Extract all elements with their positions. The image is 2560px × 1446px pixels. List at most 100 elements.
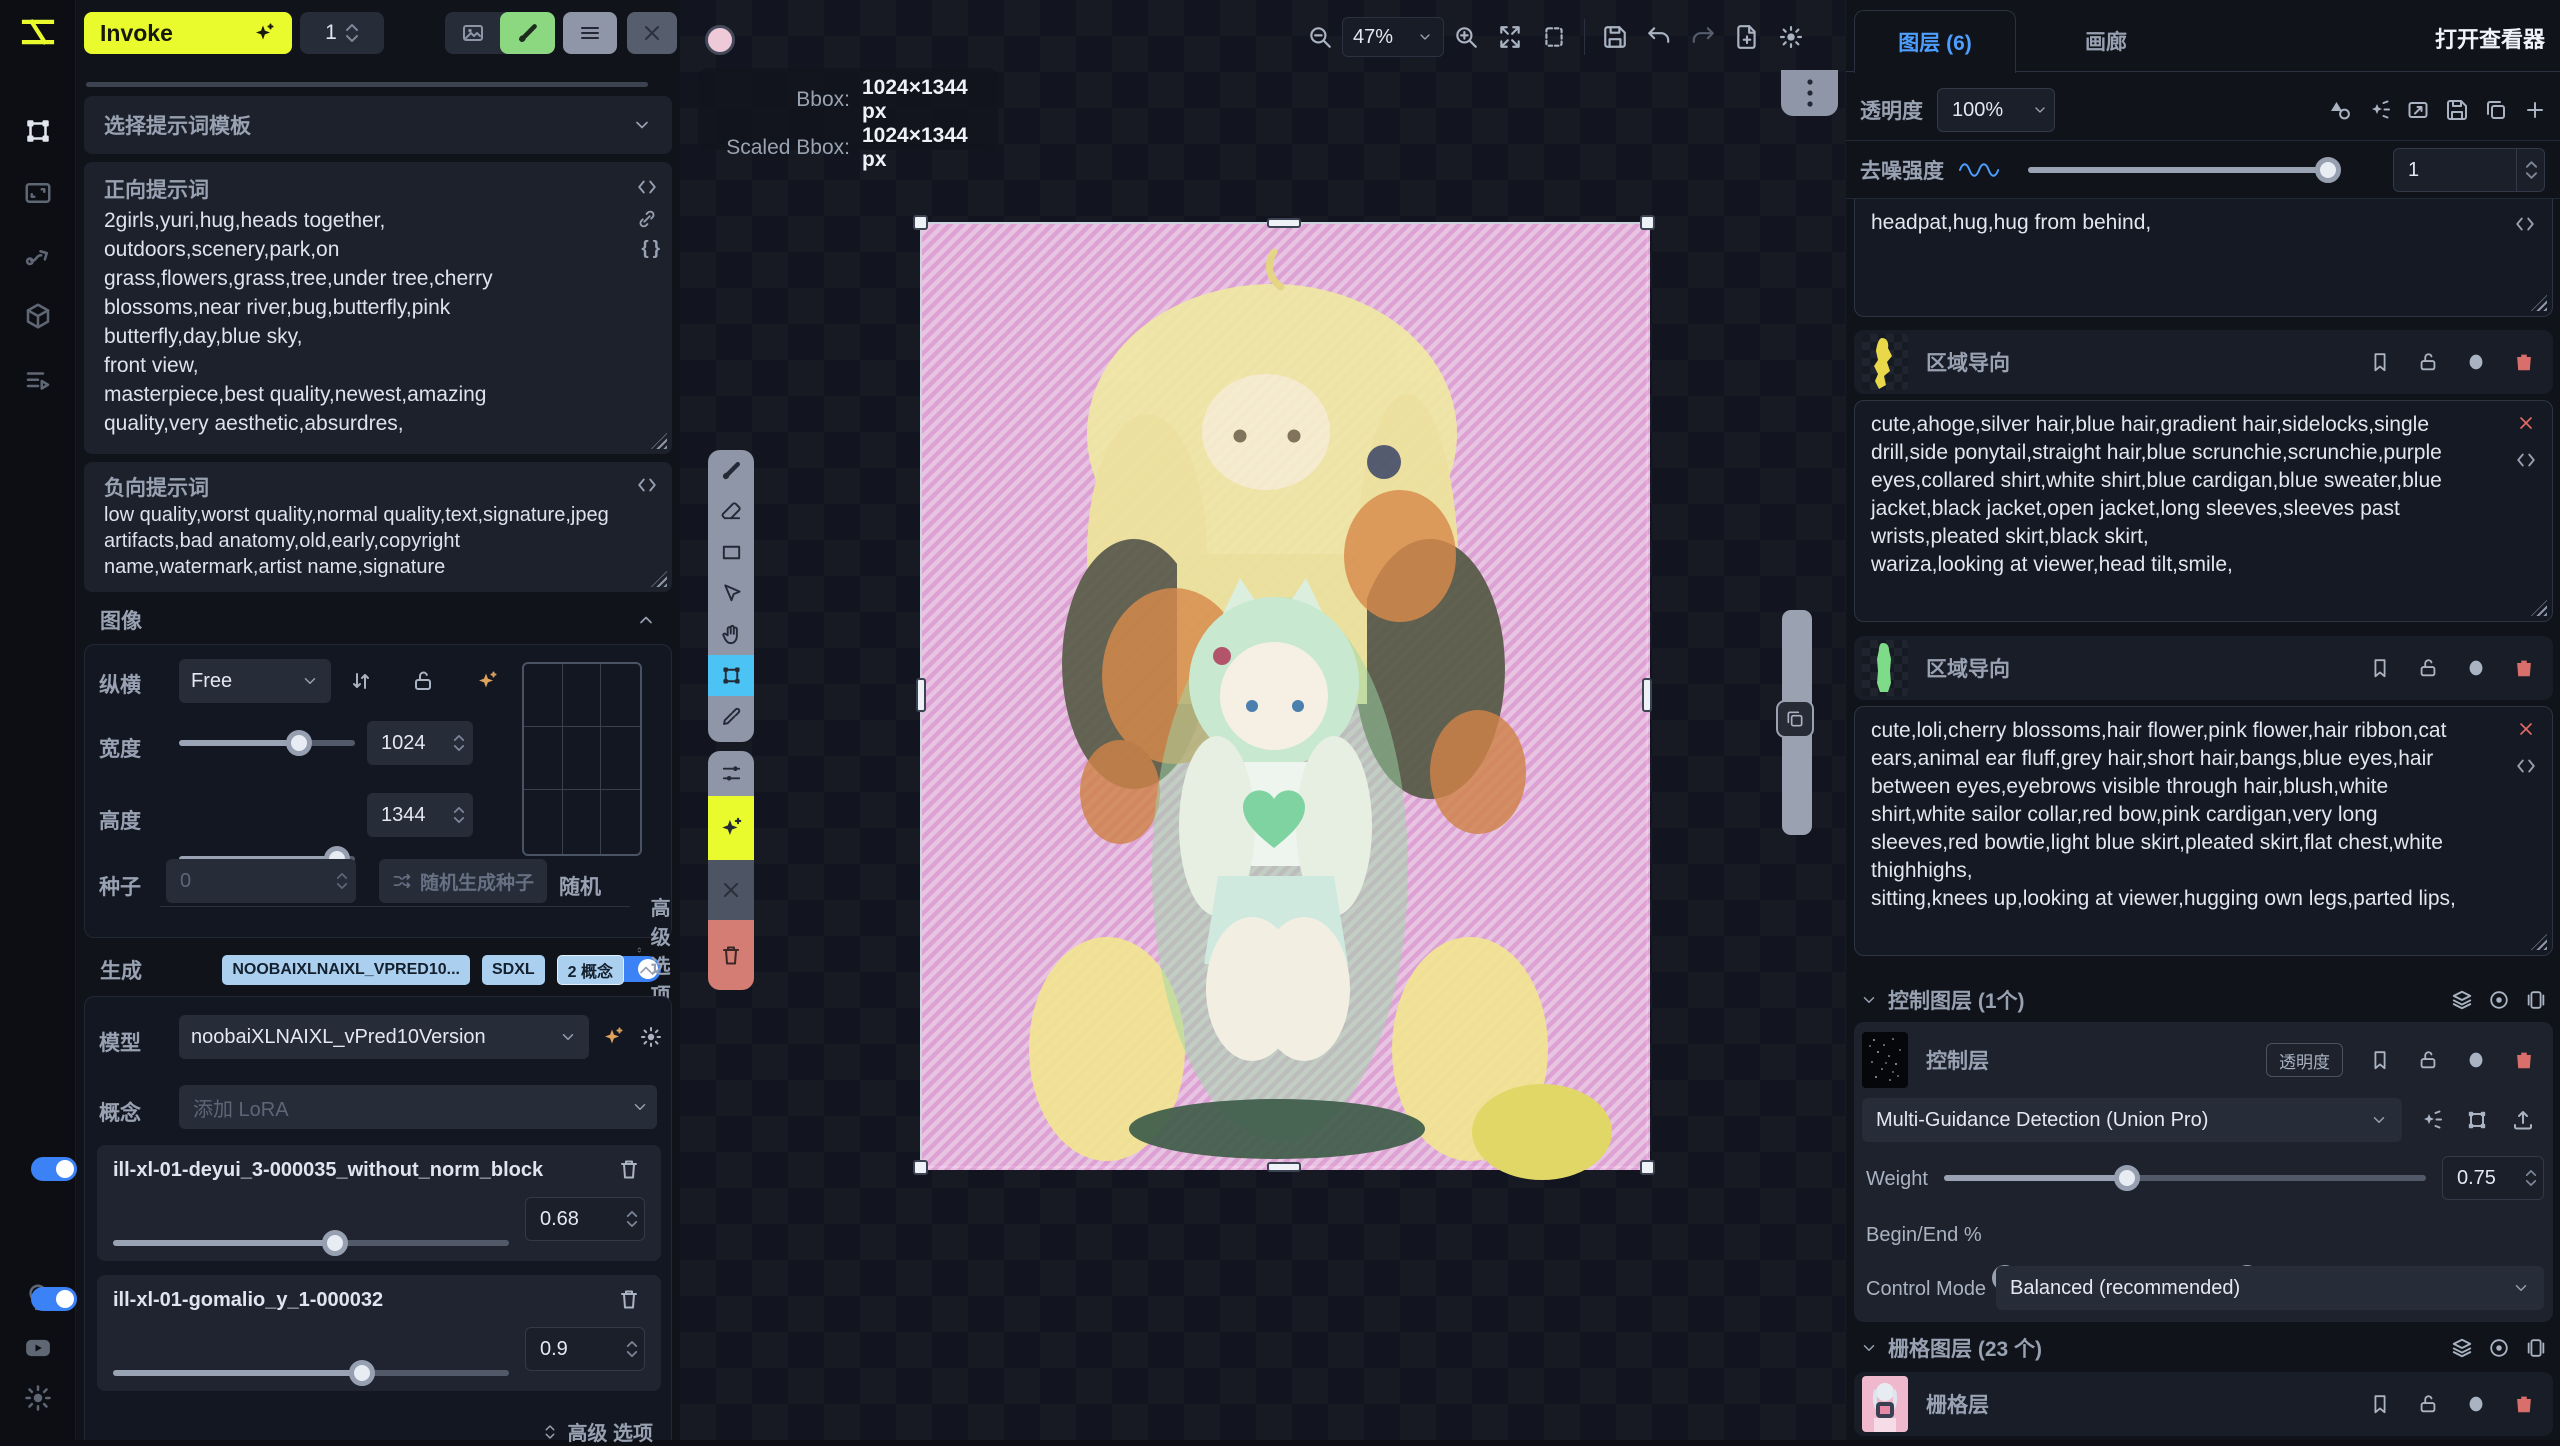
regional-prompt-box[interactable]: headpat,hug,hug from behind, xyxy=(1854,199,2553,317)
resize-handle-icon[interactable] xyxy=(651,433,667,449)
positive-prompt-box[interactable]: 正向提示词 2girls,yuri,hug,heads together, ou… xyxy=(84,162,672,454)
weight-input[interactable]: 0.75 xyxy=(2442,1156,2544,1200)
raster-layers-section-header[interactable]: 栅格图层 (23 个) xyxy=(1846,1332,2560,1364)
eraser-tool-button[interactable] xyxy=(708,491,754,532)
step-up-icon[interactable] xyxy=(453,806,465,814)
bbox-handle[interactable] xyxy=(1267,218,1301,228)
lock-open-icon[interactable] xyxy=(411,669,435,693)
denoise-knob[interactable] xyxy=(2315,157,2341,183)
trash-icon[interactable] xyxy=(617,1157,641,1181)
step-up-icon[interactable] xyxy=(2525,160,2538,169)
trash-icon[interactable] xyxy=(2513,1049,2535,1071)
resize-handle-icon[interactable] xyxy=(2531,295,2547,311)
bbox-handle[interactable] xyxy=(1640,215,1655,230)
lora-weight-slider[interactable] xyxy=(113,1351,509,1395)
save-icon[interactable] xyxy=(2445,98,2469,122)
bbox-transform-icon[interactable] xyxy=(2465,1108,2489,1132)
lora-weight-slider[interactable] xyxy=(113,1221,509,1265)
lora-add-input[interactable]: 添加 LoRA xyxy=(179,1085,657,1129)
resize-handle-icon[interactable] xyxy=(2531,934,2547,950)
new-canvas-icon[interactable] xyxy=(1734,24,1760,50)
layers-icon[interactable] xyxy=(2451,989,2473,1011)
invoke-button[interactable]: Invoke xyxy=(84,12,292,54)
device-frame-icon[interactable] xyxy=(2525,1337,2547,1359)
denoise-slider[interactable] xyxy=(2028,148,2328,192)
layer-header[interactable]: 栅格层 xyxy=(1854,1372,2553,1436)
lock-open-icon[interactable] xyxy=(2417,351,2439,373)
duplicate-icon[interactable] xyxy=(2484,98,2508,122)
height-input[interactable]: 1344 xyxy=(367,793,473,837)
chevron-down-icon[interactable] xyxy=(1860,991,1878,1009)
fill-color-icon[interactable] xyxy=(2465,657,2487,679)
auto-wand-icon[interactable] xyxy=(2419,1108,2443,1132)
fill-color-icon[interactable] xyxy=(2465,351,2487,373)
prompt-template-select[interactable]: 选择提示词模板 xyxy=(84,96,672,154)
select-tool-button[interactable] xyxy=(708,573,754,614)
bbox-handle[interactable] xyxy=(1640,1160,1655,1175)
redo-icon[interactable] xyxy=(1690,24,1716,50)
trash-icon[interactable] xyxy=(2513,351,2535,373)
close-button[interactable] xyxy=(627,12,677,54)
denoise-input[interactable]: 1 xyxy=(2393,148,2545,192)
step-up-icon[interactable] xyxy=(453,734,465,742)
fill-color-icon[interactable] xyxy=(2465,1393,2487,1415)
weight-knob[interactable] xyxy=(2114,1165,2140,1191)
step-up-icon[interactable] xyxy=(626,1340,638,1348)
negative-prompt-text[interactable]: low quality,worst quality,normal quality… xyxy=(104,502,622,580)
opacity-select[interactable]: 100% xyxy=(1937,88,2055,132)
layer-header[interactable]: 控制层 透明度 xyxy=(1854,1030,2553,1090)
queue-count-stepper[interactable]: 1 xyxy=(300,12,384,54)
code-icon[interactable] xyxy=(2514,213,2536,235)
fill-color-icon[interactable] xyxy=(2465,1049,2487,1071)
regional-prompt-text[interactable]: cute,loli,cherry blossoms,hair flower,pi… xyxy=(1871,717,2488,913)
rectangle-tool-button[interactable] xyxy=(708,532,754,573)
step-up-icon[interactable] xyxy=(345,23,359,32)
bbox-handle[interactable] xyxy=(1642,678,1652,712)
regional-prompt-box[interactable]: cute,loli,cherry blossoms,hair flower,pi… xyxy=(1854,706,2553,956)
random-seed-button[interactable]: 随机生成种子 xyxy=(379,859,547,903)
lora-toggle[interactable] xyxy=(31,1157,77,1181)
fit-bbox-icon[interactable] xyxy=(1541,24,1567,50)
lora-weight-knob[interactable] xyxy=(349,1360,375,1386)
width-slider[interactable] xyxy=(179,721,355,765)
trash-icon[interactable] xyxy=(2513,657,2535,679)
bookmark-icon[interactable] xyxy=(2369,657,2391,679)
step-up-icon[interactable] xyxy=(626,1210,638,1218)
step-up-icon[interactable] xyxy=(336,872,348,880)
width-slider-knob[interactable] xyxy=(286,730,312,756)
step-down-icon[interactable] xyxy=(345,34,359,43)
model-sparkle-icon[interactable] xyxy=(601,1025,625,1049)
step-down-icon[interactable] xyxy=(2525,171,2538,180)
filter-settings-button[interactable] xyxy=(708,751,754,796)
tab-layers[interactable]: 图层 (6) xyxy=(1854,10,2016,73)
canvas-menu-button[interactable] xyxy=(1781,70,1838,116)
control-layers-section-header[interactable]: 控制图层 (1个) xyxy=(1846,984,2560,1016)
step-down-icon[interactable] xyxy=(336,882,348,890)
image-mode-button[interactable] xyxy=(445,12,500,54)
braces-icon[interactable]: { } xyxy=(641,238,660,260)
model-select[interactable]: noobaiXLNAIXL_vPred10Version xyxy=(179,1015,589,1059)
bbox-tool-button[interactable] xyxy=(708,655,754,696)
zoom-level-select[interactable]: 47% xyxy=(1342,17,1444,57)
aspect-select[interactable]: Free xyxy=(179,659,331,703)
pan-tool-button[interactable] xyxy=(708,614,754,655)
upscale-tab-icon[interactable] xyxy=(23,178,53,208)
chevron-up-icon[interactable] xyxy=(636,610,656,630)
control-mode-select[interactable]: Balanced (recommended) xyxy=(1996,1266,2544,1310)
menu-button[interactable] xyxy=(563,12,617,54)
canvas-settings-gear-icon[interactable] xyxy=(1778,24,1804,50)
optimize-sparkle-icon[interactable] xyxy=(475,669,499,693)
resize-handle-icon[interactable] xyxy=(2531,600,2547,616)
layers-icon[interactable] xyxy=(2451,1337,2473,1359)
regional-prompt-text[interactable]: cute,ahoge,silver hair,blue hair,gradien… xyxy=(1871,411,2488,579)
bbox-handle[interactable] xyxy=(913,1160,928,1175)
layer-header[interactable]: 区域导向 xyxy=(1854,636,2553,700)
bookmark-icon[interactable] xyxy=(2369,1393,2391,1415)
regional-prompt-text[interactable]: headpat,hug,hug from behind, xyxy=(1871,209,2488,237)
trash-icon[interactable] xyxy=(617,1287,641,1311)
compare-button[interactable] xyxy=(1776,700,1814,738)
youtube-icon[interactable] xyxy=(23,1333,53,1363)
tab-gallery[interactable]: 画廊 xyxy=(2046,10,2166,72)
trash-icon[interactable] xyxy=(2513,1393,2535,1415)
lock-open-icon[interactable] xyxy=(2417,1049,2439,1071)
